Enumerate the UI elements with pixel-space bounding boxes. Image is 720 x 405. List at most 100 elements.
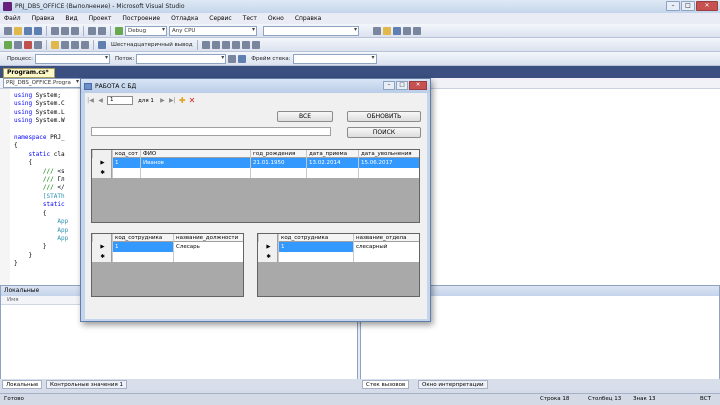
new-row-header[interactable]: ✱ <box>258 252 278 262</box>
new-row-header[interactable]: ✱ <box>92 252 112 262</box>
table-cell[interactable]: Слесарь <box>173 242 243 252</box>
table-cell[interactable]: Иванов <box>140 158 250 168</box>
type-select[interactable]: PRJ_DBS_OFFICE.Progra <box>3 78 81 88</box>
table-row[interactable]: ▶ 1 слесарный <box>258 242 419 252</box>
positions-grid[interactable]: код_сотрудника название_должности ▶ 1 Сл… <box>91 233 244 297</box>
code-line[interactable]: App <box>14 235 72 243</box>
indent-icon[interactable] <box>231 40 240 49</box>
toolbox-icon[interactable] <box>413 26 421 35</box>
table-cell[interactable]: 1 <box>112 242 173 252</box>
move-last-icon[interactable]: ▶| <box>169 97 176 104</box>
new-project-icon[interactable] <box>4 26 12 35</box>
tab-immediate-window[interactable]: Окно интерпретации <box>418 380 488 389</box>
thread-select[interactable] <box>136 53 227 64</box>
tab-watch-1[interactable]: Контрольные значения 1 <box>46 380 128 389</box>
add-new-icon[interactable]: ✚ <box>179 96 186 105</box>
toggle-flag-icon[interactable] <box>228 54 237 63</box>
properties-icon[interactable] <box>393 26 401 35</box>
breakpoints-icon[interactable] <box>201 40 210 49</box>
form-close-button[interactable]: ✕ <box>409 81 427 90</box>
undo-icon[interactable] <box>88 26 96 35</box>
menu-file[interactable]: Файл <box>4 15 21 22</box>
column-header[interactable]: код_сотрудника <box>112 234 173 242</box>
find-icon[interactable] <box>373 26 381 35</box>
redo-icon[interactable] <box>98 26 106 35</box>
table-cell[interactable] <box>306 168 358 178</box>
row-header[interactable]: ▶ <box>92 158 112 168</box>
menu-help[interactable]: Справка <box>295 15 321 22</box>
tab-locals[interactable]: Локальные <box>2 380 43 389</box>
move-next-icon[interactable]: ▶ <box>159 97 166 104</box>
search-input[interactable] <box>91 127 331 136</box>
bookmark-icon[interactable] <box>251 40 260 49</box>
code-line[interactable]: { <box>14 142 72 150</box>
code-line[interactable]: /// <s <box>14 168 72 176</box>
position-input[interactable]: 1 <box>107 96 133 105</box>
table-cell[interactable]: 15.06.2017 <box>358 158 419 168</box>
code-line[interactable]: App <box>14 218 72 226</box>
code-line[interactable]: [STATh <box>14 193 72 201</box>
menu-build[interactable]: Построение <box>122 15 160 22</box>
table-cell[interactable] <box>173 252 243 262</box>
tab-call-stack[interactable]: Стек вызовов <box>362 380 410 389</box>
code-line[interactable]: { <box>14 210 72 218</box>
table-cell[interactable] <box>353 252 419 262</box>
table-cell[interactable]: 1 <box>112 158 140 168</box>
table-cell[interactable] <box>358 168 419 178</box>
continue-icon[interactable] <box>115 26 123 35</box>
code-line[interactable]: using System.L <box>14 109 72 117</box>
table-cell[interactable] <box>278 252 353 262</box>
code-line[interactable]: } <box>14 243 72 251</box>
form-minimize-button[interactable]: – <box>383 81 395 90</box>
copy-icon[interactable] <box>61 26 69 35</box>
platform-select[interactable]: Any CPU <box>169 25 257 36</box>
step-out-icon[interactable] <box>81 40 89 49</box>
menu-edit[interactable]: Правка <box>32 15 55 22</box>
find-combo[interactable] <box>263 25 359 36</box>
cut-icon[interactable] <box>51 26 59 35</box>
solution-explorer-icon[interactable] <box>383 26 391 35</box>
new-row[interactable]: ✱ <box>92 168 419 178</box>
employees-grid[interactable]: код_сот ФИО год_рождения дата_приема дат… <box>91 149 420 223</box>
configuration-select[interactable]: Debug <box>125 25 167 36</box>
stop-icon[interactable] <box>24 40 32 49</box>
menu-tools[interactable]: Сервис <box>209 15 231 22</box>
code-text[interactable]: using System; using System.C using System.… <box>14 92 72 269</box>
uncomment-icon[interactable] <box>221 40 230 49</box>
code-line[interactable]: App <box>14 227 72 235</box>
step-into-icon[interactable] <box>61 40 69 49</box>
new-row[interactable]: ✱ <box>92 252 243 262</box>
menu-debug[interactable]: Отладка <box>171 15 198 22</box>
menu-test[interactable]: Тест <box>243 15 257 22</box>
column-header[interactable]: название_отдела <box>353 234 419 242</box>
menu-window[interactable]: Окно <box>268 15 284 22</box>
open-icon[interactable] <box>14 26 22 35</box>
process-select[interactable] <box>35 53 111 64</box>
code-line[interactable]: namespace PRJ_ <box>14 134 72 142</box>
close-button[interactable]: ✕ <box>696 1 718 11</box>
hex-display-icon[interactable] <box>98 40 106 49</box>
code-line[interactable]: static <box>14 201 72 209</box>
column-header[interactable]: код_сот <box>112 150 140 158</box>
menu-view[interactable]: Вид <box>65 15 77 22</box>
object-browser-icon[interactable] <box>403 26 411 35</box>
departments-grid[interactable]: код_сотрудника название_отдела ▶ 1 слеса… <box>257 233 420 297</box>
form-maximize-button[interactable]: □ <box>396 81 408 90</box>
menu-project[interactable]: Проект <box>89 15 112 22</box>
paste-icon[interactable] <box>71 26 79 35</box>
stack-frame-select[interactable] <box>292 53 377 64</box>
step-over-icon[interactable] <box>71 40 79 49</box>
delete-icon[interactable]: ✕ <box>189 96 196 105</box>
table-row[interactable]: ▶ 1 Иванов 21.01.1950 13.02.2014 15.06.2… <box>92 158 419 168</box>
code-line[interactable]: using System.W <box>14 117 72 125</box>
move-previous-icon[interactable]: ◀ <box>97 97 104 104</box>
code-line[interactable]: } <box>14 252 72 260</box>
code-line[interactable]: /// </ <box>14 184 72 192</box>
column-header[interactable]: название_должности <box>173 234 243 242</box>
new-row-header[interactable]: ✱ <box>92 168 112 178</box>
tab-program-cs[interactable]: Program.cs* <box>3 68 55 78</box>
table-cell[interactable] <box>112 252 173 262</box>
pause-icon[interactable] <box>14 40 22 49</box>
table-cell[interactable] <box>250 168 306 178</box>
all-button[interactable]: ВСЕ <box>277 111 333 122</box>
